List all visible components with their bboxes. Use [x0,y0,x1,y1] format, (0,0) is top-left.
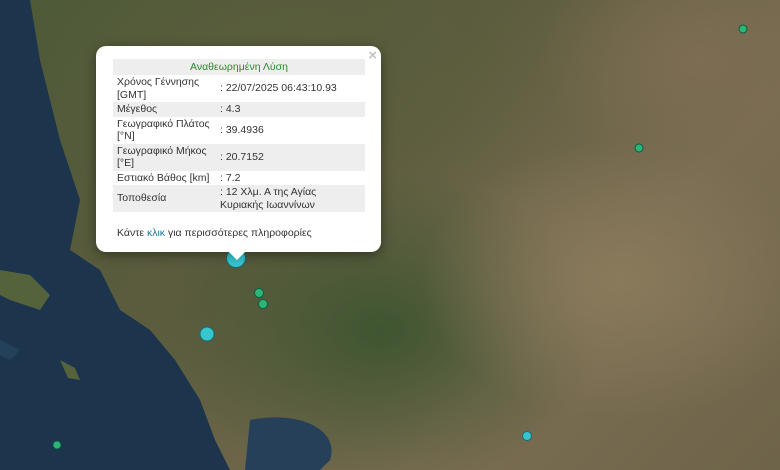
earthquake-marker[interactable] [52,440,62,450]
earthquake-details-table: Αναθεωρημένη Λύση Χρόνος Γέννησης [GMT]:… [113,59,365,212]
latitude-label: Γεωγραφικό Πλάτος [°N] [117,117,210,143]
location-value: : 12 Χλμ. Α της Αγίας Κυριακής Ιωαννίνων [220,186,317,211]
longitude-label: Γεωγραφικό Μήκος [°E] [117,144,207,170]
earthquake-marker[interactable] [522,431,532,441]
depth-value: : 7.2 [220,171,241,184]
earthquake-marker[interactable] [199,326,215,342]
latitude-value: : 39.4936 [220,123,264,136]
earthquake-marker[interactable] [258,299,268,309]
magnitude-label: Μέγεθος [117,103,158,115]
magnitude-value: : 4.3 [220,103,241,115]
earthquake-marker[interactable] [634,143,644,153]
earthquake-popup: × Αναθεωρημένη Λύση Χρόνος Γέννησης [GMT… [96,46,381,260]
origin-time-label: Χρόνος Γέννησης [GMT] [117,76,200,101]
origin-time-value: : 22/07/2025 06:43:10.93 [220,82,337,95]
more-info-link[interactable]: κλικ [147,227,165,239]
close-icon[interactable]: × [368,48,377,63]
more-info-prefix: Κάντε [117,227,147,239]
earthquake-marker[interactable] [738,24,748,34]
more-info-suffix: για περισσότερες πληροφορίες [165,227,312,239]
longitude-value: : 20.7152 [220,150,264,163]
popup-title: Αναθεωρημένη Λύση [113,59,365,75]
location-label: Τοποθεσία [117,192,167,205]
more-info-text: Κάντε κλικ για περισσότερες πληροφορίες [117,227,312,239]
depth-label: Εστιακό Βάθος [km] [117,171,210,184]
earthquake-marker[interactable] [254,288,264,298]
